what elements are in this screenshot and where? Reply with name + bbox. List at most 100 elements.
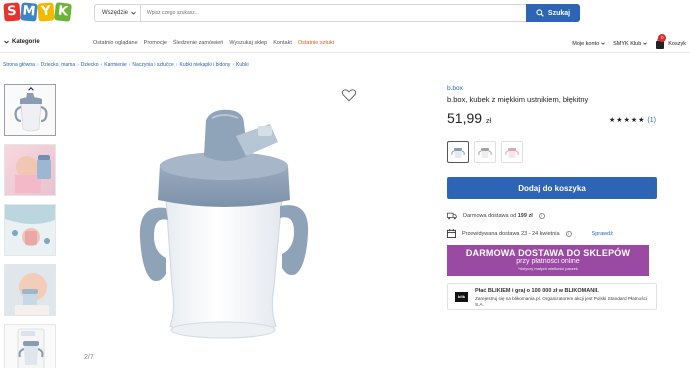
- categories-label: Kategorie: [12, 39, 40, 45]
- gallery-thumbnail[interactable]: [4, 84, 56, 136]
- free-store-delivery-banner[interactable]: DARMOWA DOSTAWA DO SKLEPÓW przy płatnośc…: [447, 245, 649, 276]
- nav-link-contact[interactable]: Kontakt: [273, 40, 292, 46]
- breadcrumb-item[interactable]: Dziecko, mama: [41, 62, 75, 68]
- search-category-select[interactable]: Wszędzie: [95, 5, 142, 21]
- gallery-thumbnail[interactable]: [4, 324, 56, 368]
- blik-title: Płać BLIKIEM i graj o 100 000 zł w BLIKO…: [475, 288, 599, 294]
- breadcrumb-item[interactable]: Strona główna: [3, 62, 35, 68]
- search-icon: [536, 9, 544, 17]
- calendar-icon: [447, 229, 456, 238]
- variant-grey[interactable]: [474, 141, 496, 163]
- star-icon: ★: [623, 117, 630, 124]
- info-icon[interactable]: i: [538, 213, 545, 219]
- blik-logo: blik: [455, 292, 468, 302]
- add-to-cart-button[interactable]: Dodaj do koszyka: [447, 177, 657, 199]
- cart-label: Koszyk: [668, 40, 686, 47]
- heart-icon[interactable]: [341, 88, 357, 102]
- shopping-bag-icon: 0: [655, 34, 667, 49]
- site-header: S M Y K Wszędzie Szukaj: [0, 0, 690, 30]
- cup-variant-icon: [451, 148, 465, 158]
- breadcrumb-separator: ›: [175, 62, 178, 68]
- promo-subline: przy płatności online: [516, 258, 580, 265]
- delivery-estimate: Przewidywana dostawa 23 - 24 kwietnia i …: [447, 229, 613, 238]
- star-icon: ★: [638, 117, 645, 124]
- gallery-thumbnail[interactable]: [4, 264, 56, 316]
- chevron-down-icon: [131, 11, 136, 15]
- color-variants: [447, 141, 523, 163]
- check-delivery-link[interactable]: Sprawdź: [592, 231, 613, 237]
- my-account-label: Moje konto: [572, 40, 600, 47]
- product-brand-link[interactable]: b.box: [447, 85, 463, 92]
- delivery-prefix: Przewidywana dostawa: [462, 230, 520, 237]
- breadcrumb-item[interactable]: Naczynia i sztućce: [132, 62, 173, 68]
- breadcrumb-separator: ›: [36, 62, 39, 68]
- breadcrumb-separator: ›: [77, 62, 79, 68]
- logo-letter: Y: [37, 2, 55, 22]
- breadcrumb-item[interactable]: Dziecko: [81, 62, 99, 68]
- product-title: b.box, kubek z miękkim ustnikiem, błękit…: [447, 95, 589, 104]
- cup-variant-icon: [478, 148, 492, 158]
- shipping-prefix: Darmowa dostawa od: [463, 213, 517, 219]
- chevron-down-icon: [4, 40, 9, 44]
- info-icon[interactable]: i: [565, 230, 572, 237]
- blik-promo-box[interactable]: blik Płać BLIKIEM i graj o 100 000 zł w …: [447, 283, 657, 310]
- cup-variant-icon: [505, 148, 519, 158]
- promo-footnote: *dotyczy małych wielkości paczek: [518, 266, 578, 271]
- cart-link[interactable]: 0 Koszyk: [655, 34, 686, 49]
- variant-pink[interactable]: [501, 141, 523, 163]
- breadcrumb: Strona główna › Dziecko, mama › Dziecko › K…: [3, 62, 249, 68]
- gallery-page-indicator: 2/7: [84, 354, 94, 361]
- nav-account-area: Moje konto SMYK Klub 0 Koszyk: [572, 34, 686, 49]
- free-shipping-info: Darmowa dostawa od 199 zł i: [447, 212, 545, 220]
- smyk-logo[interactable]: S M Y K: [3, 2, 72, 22]
- star-icon: ★: [630, 117, 638, 124]
- chevron-up-icon[interactable]: [26, 87, 36, 95]
- search-category-label: Wszędzie: [102, 10, 129, 16]
- rating-count: (1): [647, 116, 656, 124]
- nav-link-last-items[interactable]: Ostatnie sztuki: [298, 40, 334, 46]
- price-value: 51,99: [447, 110, 483, 126]
- shipping-amount: 199 zł: [517, 213, 533, 219]
- logo-letter: K: [54, 2, 72, 22]
- variant-blue[interactable]: [447, 141, 469, 163]
- price-currency: zł: [485, 118, 491, 125]
- breadcrumb-separator: ›: [128, 62, 131, 68]
- cup-infographic-thumbnail: [5, 205, 55, 246]
- nav-link-promotions[interactable]: Promocje: [144, 40, 167, 46]
- smyk-club-link[interactable]: SMYK Klub: [613, 40, 648, 47]
- search-bar: Wszędzie Szukaj: [94, 4, 580, 22]
- gallery-thumbnail[interactable]: [4, 204, 56, 256]
- gallery-thumbnails: [4, 84, 56, 368]
- star-icon: ★: [609, 117, 616, 124]
- chevron-down-icon: [601, 42, 605, 45]
- delivery-dates: 23 - 24 kwietnia: [521, 230, 560, 237]
- my-account-link[interactable]: Moje konto: [572, 41, 605, 47]
- chevron-down-icon: [643, 42, 648, 45]
- categories-menu[interactable]: Kategorie: [4, 39, 40, 45]
- logo-letter: M: [20, 2, 38, 22]
- breadcrumb-item[interactable]: Kubki niekapki i bidony: [180, 62, 231, 68]
- nav-link-order-tracking[interactable]: Śledzenie zamówień: [173, 40, 223, 46]
- product-rating[interactable]: ★ ★ ★ ★ ★ (1): [609, 116, 656, 125]
- search-input[interactable]: [141, 10, 579, 16]
- promo-headline: DARMOWA DOSTAWA DO SKLEPÓW: [465, 248, 631, 258]
- blik-body: Zarejestruj się na blikomania.pl. Organi…: [475, 296, 647, 307]
- product-price: 51,99 zł: [447, 110, 491, 126]
- nav-link-recent[interactable]: Ostatnio oglądane: [93, 40, 138, 46]
- breadcrumb-separator: ›: [232, 62, 235, 68]
- product-main-image[interactable]: [120, 90, 340, 360]
- breadcrumb-item[interactable]: Kubki: [236, 62, 249, 68]
- nav-link-store-finder[interactable]: Wyszukaj sklep: [229, 40, 267, 46]
- baby-photo-thumbnail: [15, 155, 51, 193]
- search-button[interactable]: Szukaj: [526, 4, 580, 22]
- nav-links: Ostatnio oglądane Promocje Śledzenie zam…: [93, 40, 334, 46]
- packaging-thumbnail: [17, 328, 45, 368]
- breadcrumb-item[interactable]: Karmienie: [104, 62, 127, 68]
- smyk-club-label: SMYK Klub: [613, 40, 642, 47]
- main-nav: Kategorie Ostatnio oglądane Promocje Śle…: [0, 34, 690, 52]
- gallery-thumbnail[interactable]: [4, 144, 56, 196]
- logo-letter: S: [3, 2, 21, 22]
- truck-icon: [447, 212, 457, 220]
- breadcrumb-separator: ›: [100, 62, 103, 68]
- search-button-label: Szukaj: [547, 9, 571, 17]
